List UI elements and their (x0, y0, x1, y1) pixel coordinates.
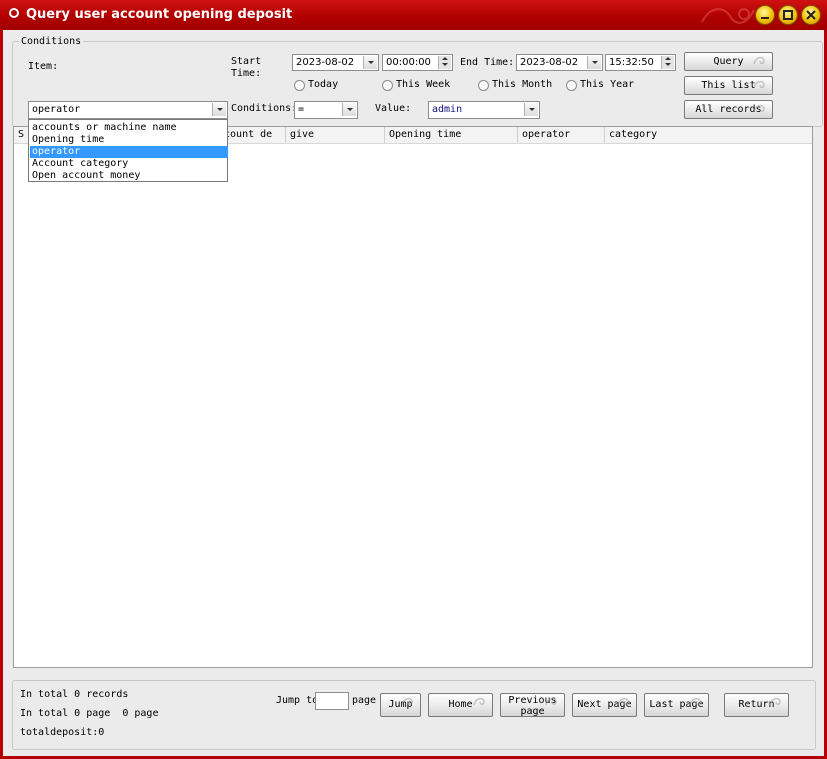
start-time-value: 00:00:00 (386, 57, 431, 68)
conditions-legend: Conditions (19, 36, 84, 47)
radio-this-month-label: This Month (492, 79, 553, 90)
value-select-value: admin (432, 104, 463, 115)
chevron-down-icon[interactable] (342, 103, 356, 116)
next-page-button[interactable]: Next page (572, 693, 637, 717)
total-deposit-text: totaldeposit:0 (20, 727, 105, 738)
jump-to-label: Jump to (276, 695, 319, 706)
total-pages-text: In total 0 page 0 page (20, 708, 159, 719)
radio-this-year[interactable] (566, 80, 577, 91)
close-icon (806, 10, 816, 20)
column-header[interactable]: category (605, 127, 812, 143)
return-button[interactable]: Return (724, 693, 789, 717)
query-button[interactable]: Query (684, 52, 773, 71)
dropdown-option[interactable]: accounts or machine name (30, 122, 228, 134)
value-select[interactable]: admin (428, 101, 540, 119)
chevron-down-icon[interactable] (587, 56, 601, 69)
conditions-select-value: = (298, 104, 305, 115)
column-header[interactable]: give (286, 127, 385, 143)
maximize-icon (783, 10, 793, 20)
chevron-down-icon[interactable] (363, 56, 377, 69)
radio-today-label: Today (308, 79, 339, 90)
app-window: Query user account opening deposit Condi… (0, 0, 827, 759)
column-header[interactable]: operator (518, 127, 605, 143)
conditions-label: Conditions: (231, 103, 298, 114)
chevron-down-icon[interactable] (212, 103, 226, 116)
title-bar[interactable]: Query user account opening deposit (0, 0, 827, 30)
dropdown-option-selected[interactable]: operator (30, 146, 228, 158)
radio-today[interactable] (294, 80, 305, 91)
end-time-value: 15:32:50 (609, 57, 654, 68)
end-date-value: 2023-08-02 (520, 57, 579, 68)
column-header[interactable]: Opening time (385, 127, 518, 143)
results-grid[interactable]: S ccount de give Opening time operator c… (13, 126, 813, 668)
swirl-icon (473, 697, 485, 706)
value-label: Value: (375, 103, 412, 114)
radio-this-week[interactable] (382, 80, 393, 91)
maximize-button[interactable] (778, 5, 798, 25)
end-time-label: End Time: (460, 57, 515, 68)
dropdown-option[interactable]: Opening time (30, 134, 228, 146)
this-list-button[interactable]: This list (684, 76, 773, 95)
previous-page-button[interactable]: Previous page (500, 693, 565, 717)
spinner-icon[interactable] (438, 56, 451, 69)
this-list-button-label: This list (701, 80, 756, 91)
page-label: page (352, 695, 377, 706)
home-button[interactable]: Home (428, 693, 493, 717)
app-icon (9, 8, 19, 18)
query-button-label: Query (713, 56, 744, 67)
swirl-icon (617, 697, 629, 706)
item-select-value: operator (32, 104, 81, 115)
radio-this-month[interactable] (478, 80, 489, 91)
window-title: Query user account opening deposit (26, 7, 293, 22)
minimize-button[interactable] (755, 5, 775, 25)
radio-this-year-label: This Year (580, 79, 635, 90)
end-time-field[interactable]: 15:32:50 (605, 54, 676, 71)
item-select[interactable]: operator (28, 101, 228, 119)
swirl-icon (753, 56, 765, 65)
start-time-label: Start Time: (231, 56, 262, 79)
start-date-value: 2023-08-02 (296, 57, 355, 68)
dropdown-option[interactable]: Open account money (30, 170, 228, 182)
last-page-button[interactable]: Last page (644, 693, 709, 717)
item-dropdown-list[interactable]: accounts or machine name Opening time op… (28, 119, 228, 182)
swirl-icon (753, 80, 765, 89)
radio-this-week-label: This Week (396, 79, 451, 90)
swirl-icon (689, 697, 701, 706)
end-date-picker[interactable]: 2023-08-02 (516, 54, 603, 71)
swirl-icon (769, 697, 781, 706)
start-time-field[interactable]: 00:00:00 (382, 54, 453, 71)
minimize-icon (761, 17, 769, 19)
item-label: Item: (28, 61, 59, 72)
title-ornament-icon (701, 8, 755, 24)
jump-button[interactable]: Jump (380, 693, 421, 717)
spinner-icon[interactable] (661, 56, 674, 69)
swirl-icon (545, 697, 557, 706)
chevron-down-icon[interactable] (524, 103, 538, 116)
swirl-icon (401, 697, 413, 706)
jump-page-input[interactable] (315, 692, 349, 710)
close-button[interactable] (801, 5, 821, 25)
conditions-select[interactable]: = (294, 101, 358, 119)
home-button-label: Home (448, 699, 473, 710)
all-records-button[interactable]: All records (684, 100, 773, 119)
start-date-picker[interactable]: 2023-08-02 (292, 54, 379, 71)
total-records-text: In total 0 records (20, 689, 129, 700)
swirl-icon (753, 104, 765, 113)
dropdown-option[interactable]: Account category (30, 158, 228, 170)
